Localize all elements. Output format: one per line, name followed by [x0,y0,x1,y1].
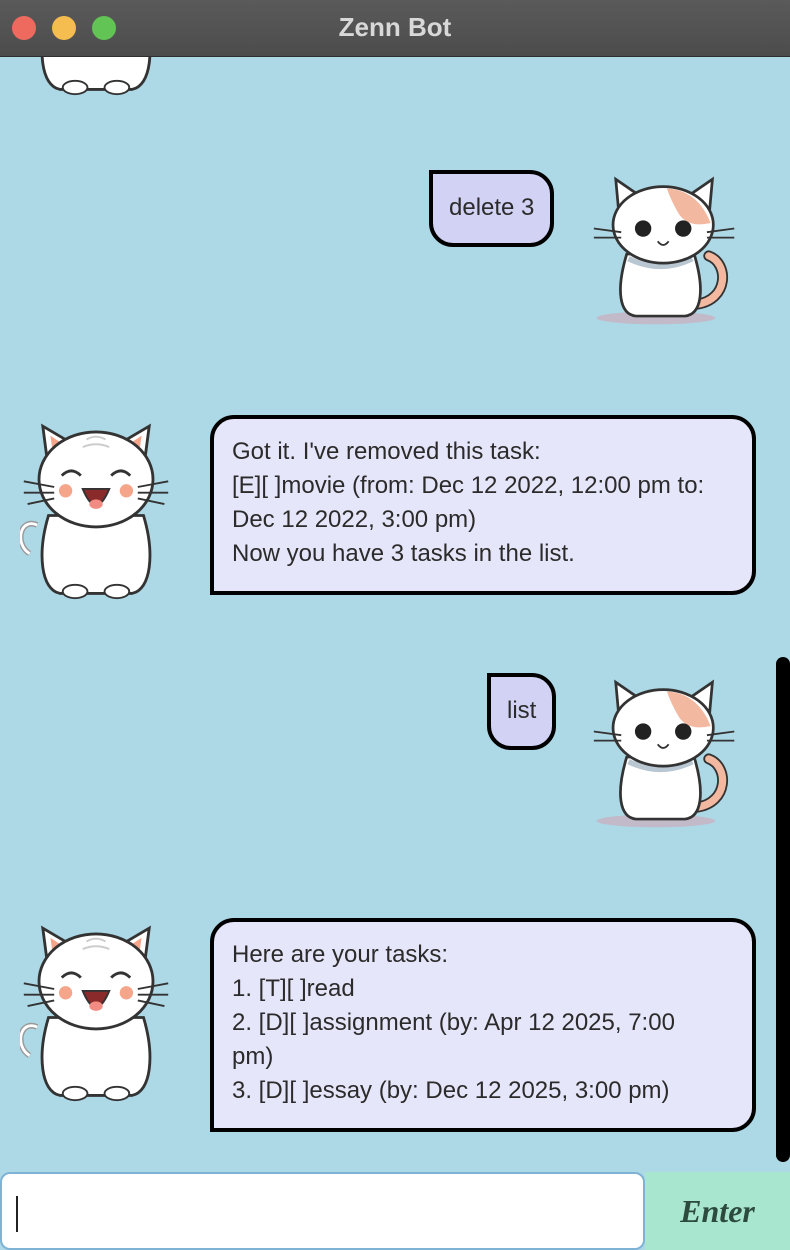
user-message-bubble: delete 3 [429,170,555,247]
user-message-bubble: list [487,673,557,750]
message-text: delete 3 [449,194,535,221]
bot-avatar-icon [20,411,172,601]
enter-button[interactable]: Enter [645,1172,790,1250]
message-line: Now you have 3 tasks in the list. [232,540,575,567]
user-avatar-icon [592,675,738,830]
message-line: 2. [D][ ]assignment (by: Apr 12 2025, 7:… [232,1009,675,1036]
scrollbar-thumb[interactable] [776,657,790,1162]
message-line: 1. [T][ ]read [232,975,355,1002]
message-line: 3. [D][ ]essay (by: Dec 12 2025, 3:00 pm… [232,1077,670,1104]
message-input[interactable] [0,1172,645,1250]
bot-avatar-icon [20,57,172,97]
message-line: Got it. I've removed this task: [232,438,541,465]
bot-message-bubble: Got it. I've removed this task: [E][ ]mo… [210,415,756,595]
text-caret [16,1196,18,1232]
message-text: list [507,697,537,724]
message-line: [E][ ]movie (from: Dec 12 2022, 12:00 pm… [232,472,705,499]
message-line: Dec 12 2022, 3:00 pm) [232,506,477,533]
window-title: Zenn Bot [338,12,452,42]
chat-scroll-pane[interactable]: delete 3 Got it. I've removed this task:… [0,57,790,1172]
title-bar: Zenn Bot [0,0,790,57]
message-line: Here are your tasks: [232,941,449,968]
message-line: pm) [232,1043,274,1070]
user-avatar-icon [592,172,738,327]
bot-avatar-icon [20,913,172,1103]
bot-message-bubble: Here are your tasks: 1. [T][ ]read 2. [D… [210,918,756,1132]
